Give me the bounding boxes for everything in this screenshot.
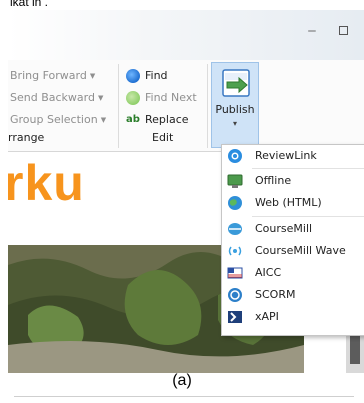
replace-button[interactable]: ab Replace xyxy=(126,110,189,130)
menu-item-coursemill-wave[interactable]: CourseMill Wave xyxy=(222,240,364,262)
group-selection-button[interactable]: Group Selection ▼ xyxy=(10,110,106,130)
menu-item-label: CourseMill Wave xyxy=(255,244,346,257)
web-globe-icon xyxy=(228,196,242,210)
bring-forward-button[interactable]: Bring Forward ▼ xyxy=(10,66,95,86)
find-button[interactable]: Find xyxy=(126,66,168,86)
menu-item-label: xAPI xyxy=(255,310,279,323)
find-icon xyxy=(126,69,140,83)
menu-item-aicc[interactable]: AICC xyxy=(222,262,364,284)
app-screenshot: ‒ Bring Forward ▼ Send Backward ▼ Group Se… xyxy=(8,10,364,373)
chevron-down-icon: ▾ xyxy=(232,119,237,128)
menu-item-label: CourseMill xyxy=(255,222,313,235)
ribbon-divider xyxy=(207,64,208,148)
find-next-label: Find Next xyxy=(145,91,197,104)
menu-item-label: SCORM xyxy=(255,288,296,301)
aicc-icon xyxy=(227,267,243,279)
chevron-down-icon: ▼ xyxy=(97,94,104,102)
coursemill-wave-icon xyxy=(228,246,242,256)
minimize-button[interactable]: ‒ xyxy=(305,24,319,38)
reviewlink-icon xyxy=(228,149,242,163)
chevron-down-icon: ▼ xyxy=(100,116,107,124)
xapi-icon xyxy=(228,311,242,323)
menu-separator xyxy=(252,216,364,217)
maximize-button[interactable] xyxy=(336,24,350,38)
send-backward-label: Send Backward xyxy=(10,91,95,104)
ribbon-toolbar: Bring Forward ▼ Send Backward ▼ Group Sele… xyxy=(8,60,364,152)
figure-caption: (a) xyxy=(172,372,192,389)
menu-item-label: AICC xyxy=(255,266,282,279)
menu-item-xapi[interactable]: xAPI xyxy=(222,306,364,328)
coursemill-icon xyxy=(228,223,242,235)
edit-group-label: Edit xyxy=(152,131,174,144)
chevron-down-icon: ▼ xyxy=(89,72,96,80)
publish-icon xyxy=(222,69,250,97)
slide-title-text: rku xyxy=(8,155,85,211)
group-selection-label: Group Selection xyxy=(10,113,98,126)
replace-icon: ab xyxy=(126,114,140,125)
menu-item-reviewlink[interactable]: ReviewLink xyxy=(222,145,364,167)
minimize-icon: ‒ xyxy=(307,23,317,39)
menu-item-web-html[interactable]: Web (HTML) xyxy=(222,192,364,214)
publish-label: Publish xyxy=(215,103,255,116)
bring-forward-label: Bring Forward xyxy=(10,69,87,82)
find-next-button[interactable]: Find Next xyxy=(126,88,197,108)
menu-item-label: Web (HTML) xyxy=(255,196,322,209)
menu-item-offline[interactable]: Offline xyxy=(222,170,364,192)
arrange-group-label: rrange xyxy=(8,131,45,144)
publish-button[interactable]: Publish ▾ xyxy=(211,62,259,148)
replace-label: Replace xyxy=(145,113,189,126)
find-next-icon xyxy=(126,91,140,105)
menu-item-scorm[interactable]: SCORM xyxy=(222,284,364,306)
menu-item-coursemill[interactable]: CourseMill xyxy=(222,218,364,240)
send-backward-button[interactable]: Send Backward ▼ xyxy=(10,88,103,108)
scorm-icon xyxy=(228,288,242,302)
offline-icon xyxy=(227,174,243,188)
menu-separator xyxy=(252,168,364,169)
publish-dropdown-menu: ReviewLink Offline Web (HTML) CourseMill xyxy=(221,144,364,336)
divider-line xyxy=(14,396,354,397)
find-label: Find xyxy=(145,69,168,82)
menu-item-label: Offline xyxy=(255,174,292,187)
maximize-icon xyxy=(338,26,348,35)
top-caption-text: ikat in . xyxy=(10,0,49,9)
menu-item-label: ReviewLink xyxy=(255,149,317,162)
ribbon-divider xyxy=(118,64,119,148)
window-title-bar: ‒ xyxy=(8,10,364,60)
